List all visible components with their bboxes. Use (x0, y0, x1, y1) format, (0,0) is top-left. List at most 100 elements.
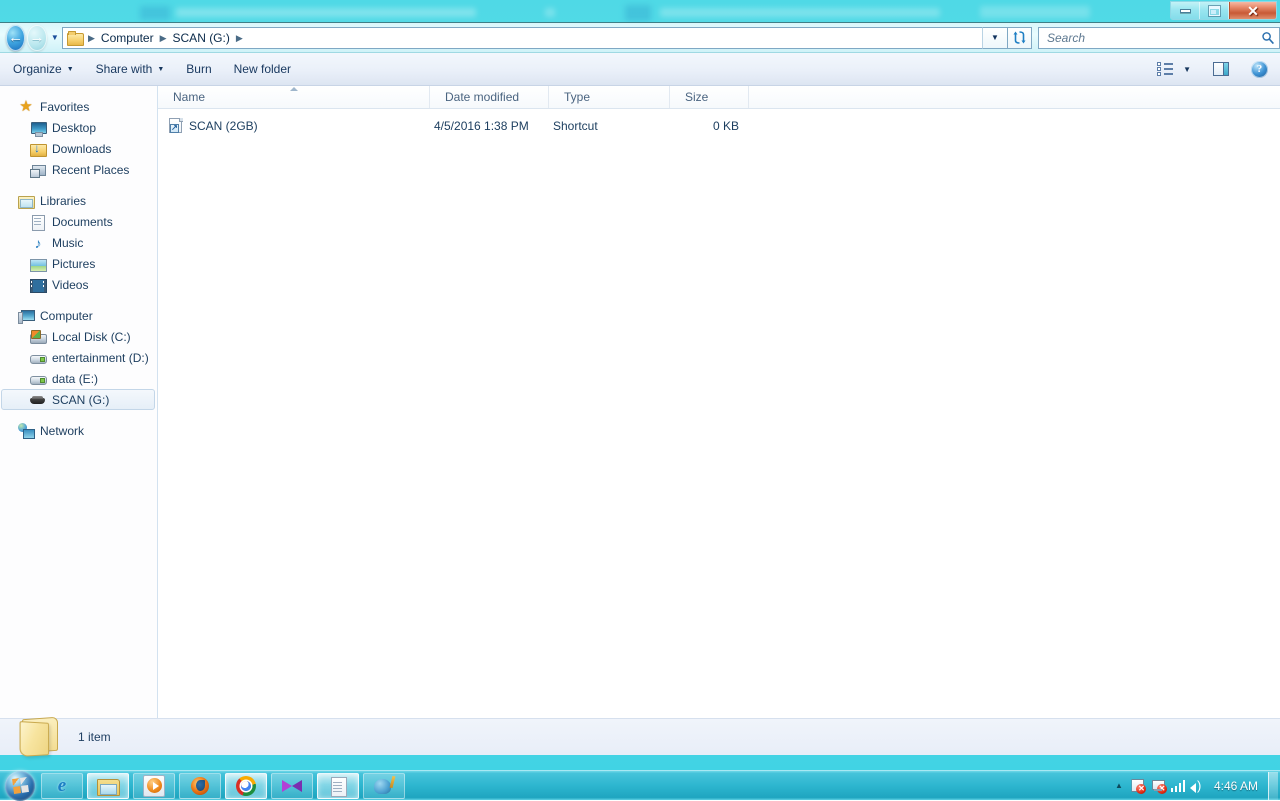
sidebar-item-downloads[interactable]: Downloads (0, 138, 157, 159)
taskbar-button-km-player[interactable] (271, 773, 313, 799)
help-button[interactable]: ? (1247, 57, 1272, 82)
network-status-button[interactable]: ✕ (1148, 773, 1168, 799)
nav-group-computer: Computer Local Disk (C:) entertainment (… (0, 305, 157, 410)
sidebar-item-local-disk-c[interactable]: Local Disk (C:) (0, 326, 157, 347)
search-icon[interactable] (1261, 31, 1275, 45)
file-type-label: Shortcut (553, 119, 598, 133)
column-header-size[interactable]: Size (670, 86, 749, 108)
error-badge-icon: ✕ (1136, 784, 1146, 794)
signal-strength-button[interactable] (1168, 773, 1188, 799)
file-rows: ↗ SCAN (2GB) 4/5/2016 1:38 PM Shortcut 0… (158, 109, 1280, 135)
taskbar-button-google-chrome[interactable] (225, 773, 267, 799)
sidebar-item-entertainment-d[interactable]: entertainment (D:) (0, 347, 157, 368)
error-badge-icon: ✕ (1157, 784, 1167, 794)
address-dropdown-button[interactable]: ▼ (982, 27, 1008, 49)
column-header-row: Name Date modified Type Size (158, 86, 1280, 109)
windows-media-player-icon (143, 775, 165, 797)
window-title-bar[interactable]: ✕ (0, 0, 1280, 22)
network-icon: ✕ (1151, 779, 1165, 792)
breadcrumb-item-computer[interactable]: Computer (98, 28, 157, 48)
organize-label: Organize (13, 62, 62, 76)
sidebar-item-network[interactable]: Network (0, 420, 157, 441)
km-player-icon (281, 775, 303, 797)
start-button[interactable] (3, 771, 37, 801)
sidebar-item-desktop[interactable]: Desktop (0, 117, 157, 138)
preview-pane-button[interactable] (1209, 57, 1233, 82)
notepad-icon (327, 775, 349, 797)
breadcrumb-item-scan-g[interactable]: SCAN (G:) (170, 28, 233, 48)
taskbar-button-notepad[interactable] (317, 773, 359, 799)
internet-explorer-icon: e (51, 775, 73, 797)
taskbar-button-firefox[interactable] (179, 773, 221, 799)
search-box[interactable] (1038, 27, 1280, 49)
recent-pages-button[interactable]: ▼ (50, 33, 60, 42)
file-size-label: 0 KB (713, 119, 739, 133)
taskbar-button-windows-media-player[interactable] (133, 773, 175, 799)
network-icon (18, 423, 34, 439)
chevron-down-icon: ▼ (991, 33, 999, 42)
minimize-button[interactable] (1171, 2, 1200, 19)
show-desktop-button[interactable] (1268, 772, 1278, 800)
computer-icon (18, 308, 34, 324)
sidebar-item-documents[interactable]: Documents (0, 211, 157, 232)
toolbar-right-group: ▼ ? (1153, 57, 1280, 82)
new-folder-button[interactable]: New folder (225, 57, 300, 82)
sidebar-item-computer[interactable]: Computer (0, 305, 157, 326)
sidebar-item-label: Computer (40, 309, 93, 323)
nav-group-libraries: Libraries Documents ♪ Music Pictures Vid… (0, 190, 157, 295)
explorer-window: ✕ ← → ▼ ▶ Computer ▶ SCAN (G:) ▶ ▼ (0, 0, 1280, 755)
restore-button[interactable] (1200, 2, 1229, 19)
sidebar-item-pictures[interactable]: Pictures (0, 253, 157, 274)
google-chrome-icon (235, 775, 257, 797)
chevron-down-icon: ▼ (157, 66, 164, 73)
removable-drive-icon (30, 371, 46, 387)
refresh-button[interactable] (1008, 27, 1032, 49)
file-list-pane[interactable]: Name Date modified Type Size (158, 86, 1280, 718)
removable-drive-icon (30, 350, 46, 366)
table-row[interactable]: ↗ SCAN (2GB) 4/5/2016 1:38 PM Shortcut 0… (158, 116, 1280, 135)
column-header-type[interactable]: Type (549, 86, 670, 108)
folder-icon (67, 31, 83, 45)
sidebar-item-scan-g[interactable]: SCAN (G:) (1, 389, 155, 410)
burn-button[interactable]: Burn (177, 57, 220, 82)
cell-name[interactable]: ↗ SCAN (2GB) (158, 118, 430, 134)
change-view-dropdown[interactable]: ▼ (1179, 57, 1195, 82)
share-with-button[interactable]: Share with ▼ (87, 57, 174, 82)
close-icon: ✕ (1247, 4, 1259, 18)
sidebar-item-label: Local Disk (C:) (52, 330, 131, 344)
minimize-icon (1180, 9, 1191, 13)
sidebar-item-videos[interactable]: Videos (0, 274, 157, 295)
sidebar-item-music[interactable]: ♪ Music (0, 232, 157, 253)
sidebar-item-label: Recent Places (52, 163, 129, 177)
back-button[interactable]: ← (6, 25, 25, 51)
action-center-button[interactable]: ✕ (1128, 773, 1148, 799)
sidebar-item-libraries[interactable]: Libraries (0, 190, 157, 211)
navigation-pane[interactable]: ★ Favorites Desktop Downloads Recent Pla… (0, 86, 158, 718)
close-button[interactable]: ✕ (1229, 2, 1276, 19)
search-input[interactable] (1045, 30, 1261, 46)
organize-button[interactable]: Organize ▼ (4, 57, 83, 82)
nav-group-network: Network (0, 420, 157, 441)
sidebar-item-favorites[interactable]: ★ Favorites (0, 96, 157, 117)
taskbar-button-windows-explorer[interactable] (87, 773, 129, 799)
sidebar-item-label: Desktop (52, 121, 96, 135)
windows-explorer-icon (97, 775, 119, 797)
show-hidden-icons-button[interactable]: ▲ (1110, 773, 1128, 799)
documents-icon (30, 214, 46, 230)
column-header-date-modified[interactable]: Date modified (430, 86, 549, 108)
column-header-name[interactable]: Name (158, 86, 430, 108)
shortcut-file-icon: ↗ (169, 118, 183, 134)
volume-button[interactable] (1188, 773, 1208, 799)
forward-button[interactable]: → (27, 25, 46, 51)
taskbar-button-internet-explorer[interactable]: e (41, 773, 83, 799)
window-controls: ✕ (1170, 1, 1277, 20)
sidebar-item-recent-places[interactable]: Recent Places (0, 159, 157, 180)
windows-logo-icon (5, 771, 35, 801)
change-view-button[interactable] (1153, 57, 1177, 82)
sidebar-item-data-e[interactable]: data (E:) (0, 368, 157, 389)
breadcrumb-separator[interactable]: ▶ (233, 28, 246, 48)
breadcrumb[interactable]: ▶ Computer ▶ SCAN (G:) ▶ (62, 27, 982, 49)
taskbar-button-paint[interactable] (363, 773, 405, 799)
firefox-icon (189, 775, 211, 797)
clock[interactable]: 4:46 AM (1208, 779, 1266, 793)
